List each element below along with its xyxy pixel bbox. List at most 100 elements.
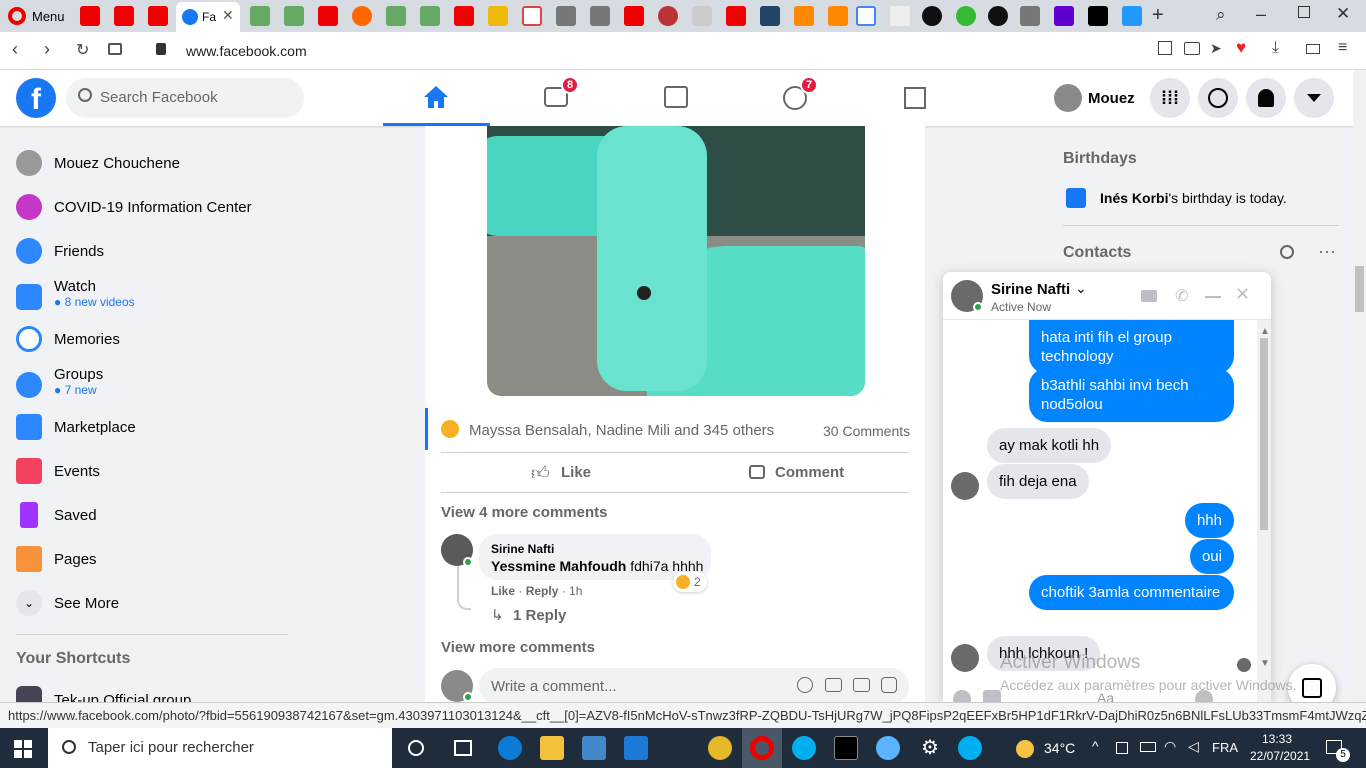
tab-marketplace[interactable]	[622, 70, 729, 126]
clock-date[interactable]: 22/07/2021	[1250, 749, 1310, 763]
language-indicator[interactable]: FRA	[1212, 740, 1238, 755]
comments-count[interactable]: 30 Comments	[823, 423, 910, 439]
youtube-tab-icon[interactable]	[726, 6, 746, 26]
facebook-logo-icon[interactable]: f	[16, 78, 56, 118]
new-tab-icon[interactable]: +	[1152, 4, 1164, 27]
doc-tab-icon[interactable]	[1020, 6, 1040, 26]
chrome-icon[interactable]	[708, 736, 732, 760]
dev-tab-icon[interactable]	[1088, 6, 1108, 26]
message-bubble[interactable]: choftik 3amla commentaire	[1029, 575, 1234, 610]
comment-input[interactable]: Write a comment...	[479, 668, 909, 704]
yahoo-tab-icon[interactable]	[1054, 6, 1074, 26]
profile-button[interactable]: Mouez	[1050, 78, 1142, 118]
sheets-tab-icon[interactable]	[420, 6, 440, 26]
opera-taskbar-button[interactable]	[742, 728, 782, 768]
doc-tab-icon[interactable]	[556, 6, 576, 26]
comment-reply-link[interactable]: Reply	[526, 584, 559, 598]
minimize-window-icon[interactable]: –	[1256, 4, 1266, 25]
search-input[interactable]: Search Facebook	[100, 89, 218, 106]
temperature[interactable]: 34°C	[1044, 740, 1075, 756]
sidebar-item-profile[interactable]: Mouez Chouchene	[16, 150, 180, 176]
message-bubble[interactable]: oui	[1189, 539, 1234, 574]
volume-icon[interactable]: ◁	[1188, 738, 1199, 755]
view-more-comments-bottom[interactable]: View more comments	[441, 639, 595, 656]
birthday-item[interactable]: Inés Korbi's birthday is today.	[1100, 190, 1287, 206]
message-bubble[interactable]: hata inti fih el group technology	[1029, 320, 1234, 374]
avatar[interactable]	[951, 644, 979, 672]
message-bubble[interactable]: fih deja ena	[987, 464, 1089, 499]
sidebar-item-pages[interactable]: Pages	[16, 546, 97, 572]
cortana-icon[interactable]	[408, 740, 424, 756]
google-tab-icon[interactable]	[856, 6, 876, 26]
comment-like-link[interactable]: Like	[491, 584, 515, 598]
tab-icon[interactable]	[760, 6, 780, 26]
sidebar-item-covid[interactable]: COVID-19 Information Center	[16, 194, 252, 220]
back-icon[interactable]: ‹	[12, 39, 18, 60]
close-chat-icon[interactable]: ✕	[1235, 284, 1250, 305]
chevron-down-icon[interactable]: ⌄	[1075, 280, 1087, 297]
tab-facebook[interactable]: Fa ✕	[176, 2, 240, 32]
sidebar-item-watch[interactable]: Watch ● 8 new videos	[16, 278, 135, 310]
phone-icon[interactable]: ✆	[1175, 286, 1188, 306]
scrollbar-thumb[interactable]	[1355, 266, 1364, 312]
settings-gear-icon[interactable]: ⚙	[918, 736, 942, 760]
youtube-tab-icon[interactable]	[624, 6, 644, 26]
comment-mention[interactable]: Yessmine Mahfoudh	[491, 558, 626, 574]
camera-snapshot-icon[interactable]	[1184, 42, 1200, 55]
scroll-down-icon[interactable]: ▼	[1260, 658, 1270, 669]
youtube-tab-icon[interactable]	[318, 6, 338, 26]
stackoverflow-tab-icon[interactable]	[794, 6, 814, 26]
tab-icon[interactable]	[692, 6, 712, 26]
mail-icon[interactable]	[624, 736, 648, 760]
emoji-icon[interactable]	[797, 677, 813, 693]
post-image[interactable]	[487, 126, 865, 396]
battery-icon[interactable]	[1140, 742, 1156, 752]
tab-icon[interactable]	[956, 6, 976, 26]
sidebar-item-events[interactable]: Events	[16, 458, 100, 484]
sidebar-item-see-more[interactable]: ⌄ See More	[16, 590, 119, 616]
tab-icon[interactable]	[890, 6, 910, 26]
more-options-icon[interactable]: ···	[1318, 241, 1336, 262]
forward-icon[interactable]: ›	[44, 39, 50, 60]
avatar[interactable]	[951, 472, 979, 500]
tab-watch[interactable]: 8	[502, 70, 609, 126]
store-icon[interactable]	[582, 736, 606, 760]
sheets-tab-icon[interactable]	[250, 6, 270, 26]
message-bubble[interactable]: hhh	[1184, 503, 1234, 538]
tab-home[interactable]	[383, 70, 490, 126]
search-tabs-icon[interactable]: ⌕	[1216, 5, 1226, 25]
taskbar-search[interactable]: Taper ici pour rechercher	[48, 728, 392, 768]
sidebar-item-groups[interactable]: Groups ● 7 new	[16, 366, 103, 398]
like-button[interactable]: 👍︎ Like	[441, 456, 671, 490]
close-window-icon[interactable]: ✕	[1336, 4, 1350, 24]
youtube-tab-icon[interactable]	[114, 6, 134, 26]
chevron-up-icon[interactable]: ^	[1092, 738, 1099, 754]
tab-icon[interactable]	[352, 6, 372, 26]
url-text[interactable]: www.facebook.com	[186, 43, 307, 59]
heart-icon[interactable]: ♥	[1236, 38, 1246, 58]
file-explorer-icon[interactable]	[540, 736, 564, 760]
chat-contact-name[interactable]: Sirine Nafti	[991, 281, 1070, 298]
device-icon[interactable]	[1116, 742, 1128, 754]
page-scrollbar[interactable]	[1353, 70, 1366, 702]
weather-icon[interactable]	[1016, 740, 1034, 758]
gif-icon[interactable]	[853, 678, 870, 692]
plus-icon[interactable]	[953, 690, 971, 702]
jetbrains-icon[interactable]	[834, 736, 858, 760]
comment-reaction-count[interactable]: 2	[673, 572, 707, 592]
sidebar-item-memories[interactable]: Memories	[16, 326, 120, 352]
message-bubble[interactable]: b3athli sahbi invi bech nod5olou	[1029, 368, 1234, 422]
minimize-chat-icon[interactable]	[1205, 296, 1221, 298]
opera-logo-icon[interactable]	[8, 7, 26, 25]
chat-scrollbar[interactable]: ▲ ▼	[1257, 320, 1271, 702]
reload-icon[interactable]: ↻	[76, 40, 89, 60]
tab-groups[interactable]: 7	[741, 70, 848, 126]
camera-icon[interactable]	[825, 678, 842, 692]
tab-icon[interactable]	[1122, 6, 1142, 26]
view-more-comments-link[interactable]: View 4 more comments	[441, 504, 607, 521]
sidebar-item-marketplace[interactable]: Marketplace	[16, 414, 136, 440]
sidebar-item-friends[interactable]: Friends	[16, 238, 104, 264]
youtube-tab-icon[interactable]	[454, 6, 474, 26]
comment-author[interactable]: Sirine Nafti	[491, 542, 554, 556]
edit-icon[interactable]	[1158, 41, 1172, 55]
